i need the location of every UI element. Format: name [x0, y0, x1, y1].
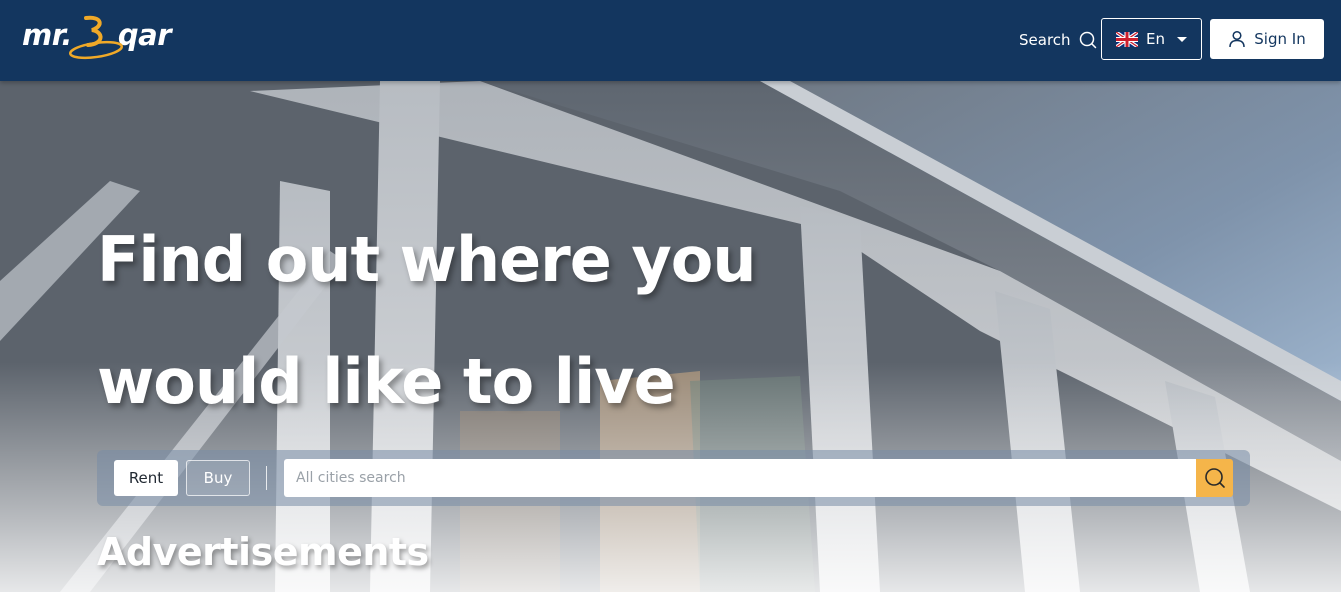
header-search-button[interactable]: Search [1019, 29, 1097, 51]
logo-mark-icon [68, 15, 124, 60]
tab-rent[interactable]: Rent [114, 460, 178, 496]
user-icon [1229, 30, 1246, 48]
city-search-input[interactable] [284, 459, 1197, 497]
header-search-label: Search [1019, 31, 1071, 49]
city-search-button[interactable] [1196, 459, 1233, 497]
site-logo[interactable]: mr. qar [22, 14, 192, 62]
tab-buy[interactable]: Buy [186, 460, 250, 496]
hero-headline: Find out where you would like to live [97, 199, 857, 443]
sign-in-label: Sign In [1254, 30, 1306, 48]
logo-text-left: mr. [22, 18, 72, 52]
property-search-panel: Rent Buy [97, 450, 1250, 506]
search-icon [1204, 468, 1225, 488]
search-divider [266, 466, 267, 490]
uk-flag-icon [1116, 31, 1138, 47]
chevron-down-icon [1176, 36, 1187, 42]
advertisements-heading: Advertisements [97, 530, 429, 574]
sign-in-button[interactable]: Sign In [1210, 19, 1324, 59]
top-navbar: mr. qar Search En Sign In [0, 0, 1341, 81]
search-icon [1079, 31, 1096, 49]
language-selector[interactable]: En [1101, 18, 1202, 60]
hero-headline-line1: Find out where you [97, 223, 757, 296]
hero-banner: Find out where you would like to live Re… [0, 81, 1341, 592]
hero-headline-line2: would like to live [97, 345, 676, 418]
language-label: En [1146, 30, 1165, 48]
